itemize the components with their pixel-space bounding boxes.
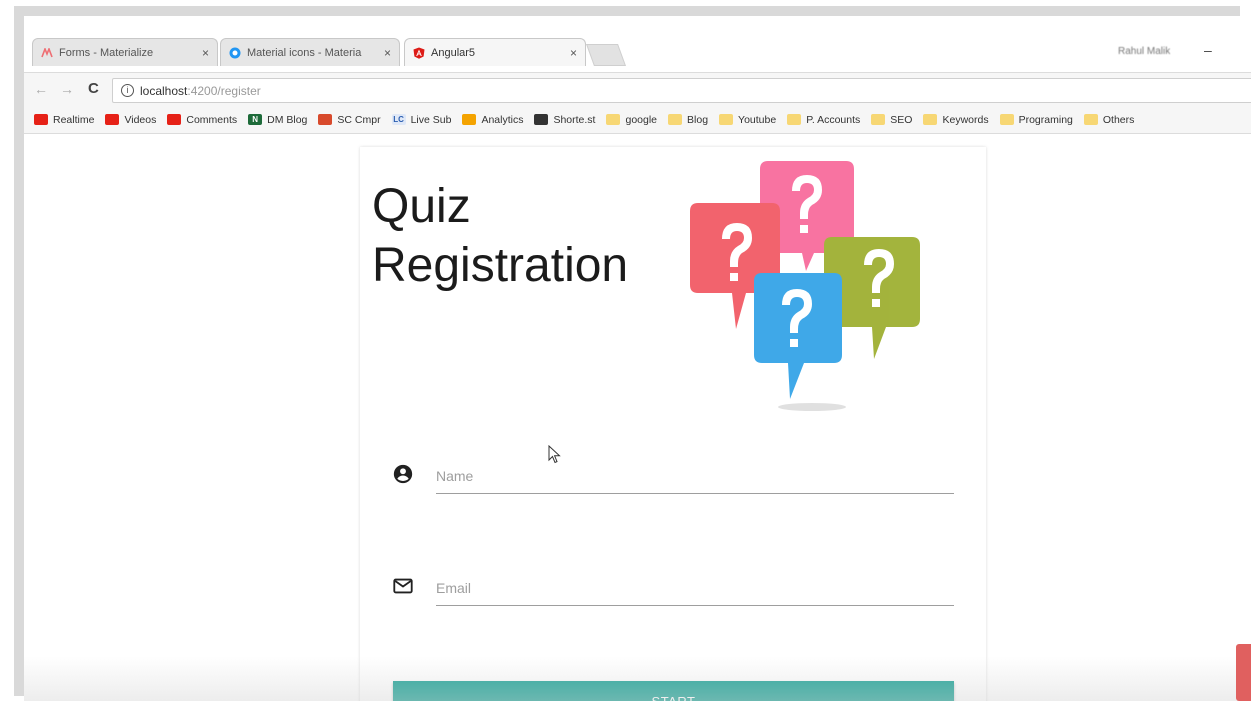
bookmark-label: SEO — [890, 113, 913, 126]
mouse-cursor-icon — [548, 445, 561, 464]
bookmark-item[interactable]: Analytics — [462, 114, 523, 126]
back-arrow-icon[interactable]: ← — [34, 81, 48, 97]
bookmarks-bar: Realtime Videos Comments N DM Blog SC Cmpr LC L… — [24, 106, 1251, 134]
bookmark-label: Shorte.st — [553, 113, 596, 126]
bookmark-item[interactable]: SEO — [871, 114, 912, 126]
bookmark-item[interactable]: Shorte.st — [534, 114, 595, 126]
browser-window: Forms - Materialize × Material icons - M… — [24, 16, 1251, 701]
navigation-bar: ← → C i localhost:4200/register — [24, 72, 1251, 107]
email-field-group — [392, 561, 954, 621]
bookmark-label: SC Cmpr — [337, 113, 381, 126]
bookmark-folder-icon — [606, 114, 621, 125]
name-field-group — [392, 449, 954, 509]
email-input[interactable] — [436, 571, 954, 606]
tab-angular5[interactable]: Angular5 × — [404, 38, 586, 66]
bookmark-favicon-icon: LC — [391, 114, 406, 125]
registration-card: Quiz Registration Name Email START — [360, 147, 986, 701]
bookmark-item[interactable]: Blog — [668, 114, 708, 126]
mail-outline-icon — [393, 578, 413, 594]
capture-frame-left — [14, 6, 24, 696]
bookmark-label: Youtube — [738, 113, 777, 126]
tab-label: Angular5 — [431, 46, 476, 59]
bookmark-label: Analytics — [481, 113, 524, 126]
bookmark-label: Keywords — [942, 113, 989, 126]
bookmark-label: Others — [1102, 113, 1135, 126]
bookmark-label: google — [625, 113, 658, 126]
bookmark-folder-icon — [787, 114, 802, 125]
bookmark-label: P. Accounts — [806, 113, 861, 126]
minimize-window-icon[interactable]: – — [1204, 42, 1212, 58]
tab-close-icon[interactable]: × — [570, 46, 577, 60]
bookmark-favicon-icon — [534, 114, 549, 125]
tab-close-icon[interactable]: × — [384, 46, 391, 60]
bookmark-label: Realtime — [53, 113, 95, 126]
bookmark-item[interactable]: Others — [1083, 113, 1135, 126]
bookmark-label: DM Blog — [267, 113, 308, 126]
bookmark-item[interactable]: google — [606, 114, 657, 126]
corner-badge — [1236, 644, 1251, 701]
bookmark-label: Videos — [124, 113, 157, 126]
bookmark-favicon-icon — [105, 114, 120, 125]
bookmark-item[interactable]: Youtube — [719, 114, 776, 126]
new-tab-button[interactable] — [585, 44, 627, 66]
url-host: localhost — [140, 83, 188, 98]
start-button[interactable]: START — [393, 681, 954, 701]
bookmark-label: Live Sub — [410, 113, 452, 126]
material-icons-favicon-icon — [229, 47, 241, 59]
bookmark-folder-icon — [999, 114, 1014, 125]
account-circle-icon — [393, 464, 413, 484]
page-viewport: Quiz Registration Name Email START — [24, 135, 1251, 701]
materialize-favicon-icon — [41, 47, 53, 59]
bookmark-favicon-icon — [167, 114, 182, 125]
bookmark-item[interactable]: Programing — [999, 113, 1073, 126]
bookmark-item[interactable]: SC Cmpr — [318, 113, 381, 126]
page-title: Quiz Registration — [372, 177, 628, 295]
tab-forms-materialize[interactable]: Forms - Materialize × — [32, 38, 218, 66]
title-line-2: Registration — [372, 239, 629, 292]
bookmark-favicon-icon — [318, 114, 333, 125]
profile-name[interactable]: Rahul Malik — [1118, 46, 1170, 57]
bookmark-favicon-icon — [462, 114, 477, 125]
bookmark-folder-icon — [668, 114, 683, 125]
bookmark-folder-icon — [719, 114, 734, 125]
url-path: :4200/register — [187, 83, 261, 98]
bookmark-label: Programing — [1018, 113, 1073, 126]
tab-strip: Forms - Materialize × Material icons - M… — [24, 16, 1251, 72]
tab-label: Material icons - Materia — [247, 46, 362, 59]
bookmark-label: Comments — [186, 113, 238, 126]
tab-close-icon[interactable]: × — [202, 46, 209, 60]
capture-frame-top — [14, 6, 1240, 16]
bookmark-item[interactable]: Videos — [105, 114, 156, 126]
bookmark-label: Blog — [687, 113, 709, 126]
name-input[interactable] — [436, 459, 954, 494]
bookmark-folder-icon — [871, 114, 886, 125]
bookmark-item[interactable]: P. Accounts — [787, 114, 860, 126]
bookmark-folder-icon — [1083, 114, 1098, 125]
tab-material-icons[interactable]: Material icons - Materia × — [220, 38, 400, 66]
bookmark-item[interactable]: N DM Blog — [248, 114, 307, 126]
question-bubbles-illustration-icon — [690, 161, 920, 411]
reload-icon[interactable]: C — [88, 80, 99, 97]
bookmark-item[interactable]: Comments — [167, 114, 237, 126]
bookmark-favicon-icon: N — [248, 114, 263, 125]
bookmark-item[interactable]: LC Live Sub — [391, 113, 452, 126]
bookmark-item[interactable]: Keywords — [923, 113, 989, 126]
forward-arrow-icon[interactable]: → — [60, 81, 74, 97]
bookmark-folder-icon — [923, 114, 938, 125]
site-info-icon[interactable]: i — [121, 84, 134, 97]
angular-favicon-icon — [413, 47, 425, 59]
tab-label: Forms - Materialize — [59, 46, 154, 59]
bookmark-item[interactable]: Realtime — [34, 114, 94, 126]
title-line-1: Quiz — [372, 180, 471, 233]
address-bar[interactable]: i localhost:4200/register — [112, 78, 1251, 103]
bookmark-favicon-icon — [34, 114, 48, 125]
